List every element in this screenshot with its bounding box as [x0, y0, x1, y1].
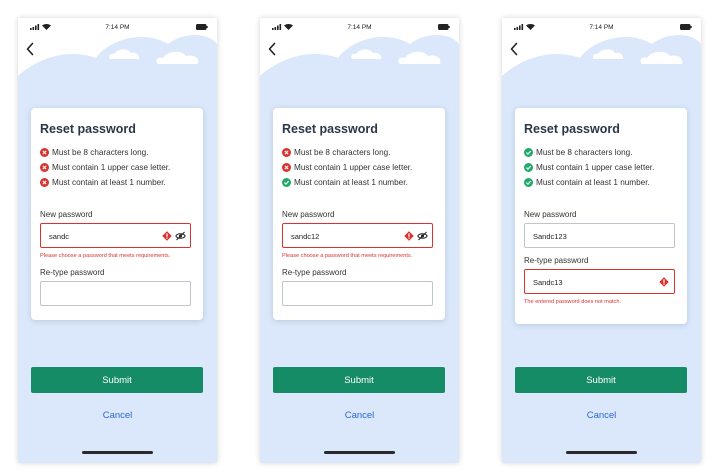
requirement-text: Must contain at least 1 number. — [294, 178, 408, 187]
new-password-field[interactable]: sandc — [40, 223, 191, 248]
eye-slash-icon[interactable] — [175, 231, 186, 241]
retype-password-label: Re-type password — [40, 268, 105, 277]
requirement-uppercase: Must contain 1 upper case letter. — [282, 163, 412, 172]
reset-password-card: Reset password Must be 8 characters long… — [515, 108, 687, 324]
check-icon — [524, 148, 533, 157]
requirement-text: Must contain 1 upper case letter. — [52, 163, 171, 172]
status-time: 7:14 PM — [589, 24, 614, 31]
retype-password-error: The entered password does not match. — [524, 299, 622, 305]
status-time: 7:14 PM — [105, 24, 130, 31]
requirement-length: Must be 8 characters long. — [40, 148, 148, 157]
new-password-value: sandc12 — [291, 232, 320, 241]
status-bar: 7:14 PM — [260, 18, 459, 38]
submit-button[interactable]: Submit — [273, 367, 445, 393]
cancel-link[interactable]: Cancel — [502, 410, 701, 421]
reset-password-card: Reset password Must be 8 characters long… — [31, 108, 203, 320]
retype-password-field[interactable] — [282, 281, 433, 306]
retype-password-label: Re-type password — [524, 256, 589, 265]
new-password-label: New password — [524, 210, 577, 219]
retype-password-field[interactable]: Sandc13 — [524, 269, 675, 294]
home-indicator — [82, 451, 153, 454]
submit-button[interactable]: Submit — [31, 367, 203, 393]
requirement-number: Must contain at least 1 number. — [524, 178, 650, 187]
requirement-text: Must contain 1 upper case letter. — [536, 163, 655, 172]
warning-icon — [659, 277, 669, 287]
card-title: Reset password — [282, 122, 378, 136]
card-title: Reset password — [524, 122, 620, 136]
status-time: 7:14 PM — [347, 24, 372, 31]
new-password-error: Please choose a password that meets requ… — [282, 253, 413, 259]
requirement-number: Must contain at least 1 number. — [282, 178, 408, 187]
status-bar: 7:14 PM — [502, 18, 701, 38]
back-chevron-icon[interactable] — [267, 42, 277, 56]
warning-icon — [404, 231, 414, 241]
back-chevron-icon[interactable] — [25, 42, 35, 56]
requirement-text: Must contain 1 upper case letter. — [294, 163, 413, 172]
new-password-label: New password — [40, 210, 93, 219]
battery-icon — [438, 24, 450, 30]
requirement-number: Must contain at least 1 number. — [40, 178, 166, 187]
home-indicator — [566, 451, 637, 454]
card-title: Reset password — [40, 122, 136, 136]
requirement-length: Must be 8 characters long. — [524, 148, 632, 157]
new-password-label: New password — [282, 210, 335, 219]
status-bar: 7:14 PM — [18, 18, 217, 38]
reset-password-card: Reset password Must be 8 characters long… — [273, 108, 445, 320]
new-password-value: Sandc123 — [533, 232, 567, 241]
error-x-icon — [40, 148, 49, 157]
phone-screen-3: 7:14 PM Reset password Must be 8 charact… — [502, 18, 701, 463]
requirement-uppercase: Must contain 1 upper case letter. — [524, 163, 654, 172]
requirement-text: Must be 8 characters long. — [536, 148, 633, 157]
eye-slash-icon[interactable] — [417, 231, 428, 241]
battery-icon — [196, 24, 208, 30]
requirement-text: Must be 8 characters long. — [294, 148, 391, 157]
requirement-text: Must contain at least 1 number. — [536, 178, 650, 187]
check-icon — [282, 178, 291, 187]
new-password-error: Please choose a password that meets requ… — [40, 253, 171, 259]
new-password-field[interactable]: sandc12 — [282, 223, 433, 248]
battery-icon — [680, 24, 692, 30]
retype-password-field[interactable] — [40, 281, 191, 306]
check-icon — [524, 178, 533, 187]
requirement-length: Must be 8 characters long. — [282, 148, 390, 157]
cancel-link[interactable]: Cancel — [18, 410, 217, 421]
error-x-icon — [282, 163, 291, 172]
retype-password-label: Re-type password — [282, 268, 347, 277]
new-password-field[interactable]: Sandc123 — [524, 223, 675, 248]
new-password-value: sandc — [49, 232, 70, 241]
check-icon — [524, 163, 533, 172]
phone-screen-1: 7:14 PM Reset password Must be 8 charact… — [18, 18, 217, 463]
error-x-icon — [40, 178, 49, 187]
back-chevron-icon[interactable] — [509, 42, 519, 56]
requirement-uppercase: Must contain 1 upper case letter. — [40, 163, 170, 172]
retype-password-value: Sandc13 — [533, 278, 563, 287]
phone-screen-2: 7:14 PM Reset password Must be 8 charact… — [260, 18, 459, 463]
error-x-icon — [282, 148, 291, 157]
cancel-link[interactable]: Cancel — [260, 410, 459, 421]
warning-icon — [162, 231, 172, 241]
error-x-icon — [40, 163, 49, 172]
requirement-text: Must contain at least 1 number. — [52, 178, 166, 187]
requirement-text: Must be 8 characters long. — [52, 148, 149, 157]
home-indicator — [324, 451, 395, 454]
submit-button[interactable]: Submit — [515, 367, 687, 393]
